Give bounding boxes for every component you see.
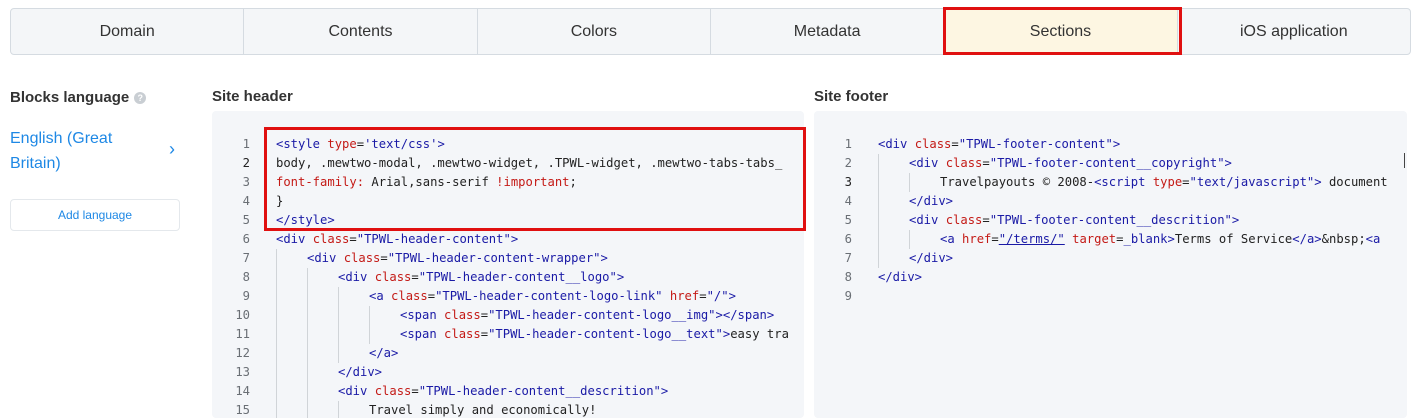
chevron-right-icon: › bbox=[169, 138, 175, 159]
code-text: </div> bbox=[878, 249, 953, 268]
tab-ios-application[interactable]: iOS application bbox=[1178, 9, 1410, 54]
code-text: </div> bbox=[878, 270, 923, 284]
line-number: 7 bbox=[844, 251, 852, 265]
line-number: 1 bbox=[242, 137, 250, 151]
tab-sections[interactable]: Sections bbox=[944, 9, 1178, 54]
cursor-marker bbox=[1404, 153, 1405, 168]
tab-bar: Domain Contents Colors Metadata Sections… bbox=[10, 8, 1411, 55]
line-number: 4 bbox=[844, 194, 852, 208]
code-line: 7 </div> bbox=[814, 249, 1407, 268]
tab-colors[interactable]: Colors bbox=[478, 9, 711, 54]
site-header-title: Site header bbox=[212, 88, 293, 105]
add-language-button[interactable]: Add language bbox=[10, 199, 180, 231]
language-selector[interactable]: English (Great Britain) › bbox=[10, 126, 175, 176]
code-line: 7 <div class="TPWL-header-content-wrapper… bbox=[212, 249, 804, 268]
code-line: 5 <div class="TPWL-footer-content__descri… bbox=[814, 211, 1407, 230]
line-number: 7 bbox=[242, 251, 250, 265]
code-line: 1 <style type='text/css'> bbox=[212, 135, 804, 154]
line-number: 2 bbox=[242, 156, 250, 170]
code-text: </a> bbox=[276, 344, 398, 363]
line-number: 2 bbox=[844, 156, 852, 170]
code-line: 4} bbox=[212, 192, 804, 211]
code-line: 9 bbox=[814, 287, 1407, 306]
code-line: 3 font-family: Arial,sans-serif !importan… bbox=[212, 173, 804, 192]
code-text: <span class="TPWL-header-content-logo__t… bbox=[276, 325, 789, 344]
code-line: 3 Travelpayouts © 2008-<script type="text… bbox=[814, 173, 1407, 192]
code-line: 11 <span class="TPWL-header-content-logo_… bbox=[212, 325, 804, 344]
code-line: 4 </div> bbox=[814, 192, 1407, 211]
code-line: 12 </a> bbox=[212, 344, 804, 363]
line-number: 14 bbox=[235, 384, 250, 398]
code-text: </style> bbox=[276, 213, 335, 227]
code-line: 6 <div class="TPWL-header-content"> bbox=[212, 230, 804, 249]
line-number: 10 bbox=[235, 308, 250, 322]
line-number: 6 bbox=[242, 232, 250, 246]
line-number: 8 bbox=[242, 270, 250, 284]
code-text: body, .mewtwo-modal, .mewtwo-widget, .TP… bbox=[276, 156, 783, 170]
site-footer-title: Site footer bbox=[814, 88, 889, 105]
line-number: 15 bbox=[235, 403, 250, 417]
tab-domain[interactable]: Domain bbox=[11, 9, 245, 54]
help-icon[interactable]: ? bbox=[134, 91, 147, 104]
code-text: <div class="TPWL-header-content__logo"> bbox=[276, 268, 624, 287]
code-line: 1 <div class="TPWL-footer-content"> bbox=[814, 135, 1407, 154]
line-number: 5 bbox=[242, 213, 250, 227]
code-text: <style type='text/css'> bbox=[276, 137, 445, 151]
code-text: <span class="TPWL-header-content-logo__i… bbox=[276, 306, 774, 325]
code-line: 13 </div> bbox=[212, 363, 804, 382]
code-text: </div> bbox=[878, 192, 953, 211]
blocks-language-label: Blocks language ? bbox=[10, 89, 147, 106]
code-text: <a href="/terms/" target=_blank>Terms of… bbox=[878, 230, 1380, 249]
code-line: 10 <span class="TPWL-header-content-logo_… bbox=[212, 306, 804, 325]
line-number: 12 bbox=[235, 346, 250, 360]
code-line: 6 <a href="/terms/" target=_blank>Terms o… bbox=[814, 230, 1407, 249]
code-line: 2 <div class="TPWL-footer-content__copyri… bbox=[814, 154, 1407, 173]
code-line: 15 Travel simply and economically! bbox=[212, 401, 804, 418]
code-text: <a class="TPWL-header-content-logo-link"… bbox=[276, 287, 736, 306]
line-number: 3 bbox=[844, 175, 852, 189]
line-number: 6 bbox=[844, 232, 852, 246]
code-line: 8 </div> bbox=[814, 268, 1407, 287]
code-line: 8 <div class="TPWL-header-content__logo"> bbox=[212, 268, 804, 287]
code-line: 9 <a class="TPWL-header-content-logo-link… bbox=[212, 287, 804, 306]
code-line: 14 <div class="TPWL-header-content__descr… bbox=[212, 382, 804, 401]
header-code-lines: 1 <style type='text/css'> 2 body, .mewtwo-… bbox=[212, 135, 804, 418]
line-number: 9 bbox=[242, 289, 250, 303]
code-text: <div class="TPWL-footer-content"> bbox=[878, 137, 1121, 151]
line-number: 1 bbox=[844, 137, 852, 151]
footer-code-lines: 1 <div class="TPWL-footer-content"> 2 <div… bbox=[814, 135, 1407, 306]
code-text: font-family: Arial,sans-serif !important… bbox=[276, 175, 577, 189]
code-text: Travelpayouts © 2008-<script type="text/… bbox=[878, 173, 1388, 192]
line-number: 11 bbox=[235, 327, 250, 341]
language-name: English (Great Britain) bbox=[10, 130, 113, 172]
code-text: <div class="TPWL-footer-content__descrit… bbox=[878, 211, 1239, 230]
tab-metadata[interactable]: Metadata bbox=[711, 9, 945, 54]
code-text: </div> bbox=[276, 363, 382, 382]
code-text: <div class="TPWL-header-content__descrit… bbox=[276, 382, 668, 401]
code-text: } bbox=[276, 194, 284, 208]
line-number: 13 bbox=[235, 365, 250, 379]
code-text: <div class="TPWL-footer-content__copyrig… bbox=[878, 154, 1232, 173]
blocks-language-text: Blocks language bbox=[10, 89, 130, 106]
line-number: 9 bbox=[844, 289, 852, 303]
line-number: 3 bbox=[242, 175, 250, 189]
site-footer-code-editor[interactable]: 1 <div class="TPWL-footer-content"> 2 <div… bbox=[814, 111, 1407, 418]
code-text: <div class="TPWL-header-content-wrapper"… bbox=[276, 249, 608, 268]
site-header-code-editor[interactable]: 1 <style type='text/css'> 2 body, .mewtwo-… bbox=[212, 111, 804, 418]
code-text: <div class="TPWL-header-content"> bbox=[276, 232, 519, 246]
line-number: 8 bbox=[844, 270, 852, 284]
tab-contents[interactable]: Contents bbox=[244, 9, 478, 54]
code-line: 5 </style> bbox=[212, 211, 804, 230]
line-number: 4 bbox=[242, 194, 250, 208]
code-line: 2 body, .mewtwo-modal, .mewtwo-widget, .T… bbox=[212, 154, 804, 173]
code-text: Travel simply and economically! bbox=[276, 401, 596, 418]
line-number: 5 bbox=[844, 213, 852, 227]
